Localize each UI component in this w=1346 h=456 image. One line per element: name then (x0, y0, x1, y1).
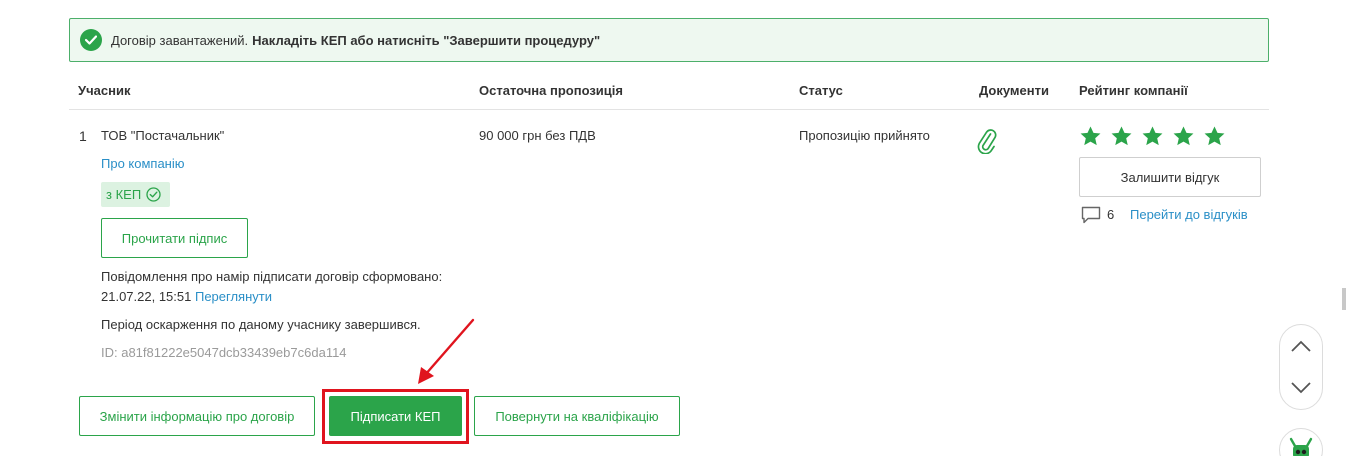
check-circle-icon (80, 29, 102, 51)
assistant-bot-button[interactable] (1279, 428, 1323, 456)
check-circle-outline-icon (146, 187, 161, 202)
success-alert: Договір завантажений. Накладіть КЕП або … (69, 18, 1269, 62)
notice-text: Повідомлення про намір підписати договір… (101, 269, 443, 284)
final-offer-value: 90 000 грн без ПДВ (479, 128, 596, 143)
page-scrollbar-thumb[interactable] (1342, 288, 1346, 310)
rating-stars (1079, 125, 1226, 148)
paperclip-icon[interactable] (976, 128, 998, 157)
change-contract-info-button[interactable]: Змінити інформацію про договір (79, 396, 315, 436)
star-icon (1111, 126, 1132, 146)
participant-id: ID: a81f81222e5047dcb33439eb7c6da114 (101, 345, 347, 360)
chevron-up-icon (1291, 340, 1311, 352)
company-name: ТОВ "Постачальник" (101, 128, 225, 143)
alert-bold-text: Накладіть КЕП або натисніть "Завершити п… (252, 32, 601, 48)
column-header-status: Статус (799, 83, 843, 98)
comment-icon (1081, 206, 1101, 227)
appeal-period-text: Період оскарження по даному учаснику зав… (101, 317, 421, 332)
notice-view-link[interactable]: Переглянути (195, 289, 272, 304)
notice-date-line: 21.07.22, 15:51 Переглянути (101, 289, 272, 304)
chevron-down-icon (1291, 382, 1311, 394)
kep-badge-label: з КЕП (106, 187, 142, 202)
column-header-rating: Рейтинг компанії (1079, 83, 1188, 98)
table-header: Учасник Остаточна пропозиція Статус Доку… (69, 70, 1269, 110)
return-to-qualification-button[interactable]: Повернути на кваліфікацію (474, 396, 680, 436)
leave-review-button[interactable]: Залишити відгук (1079, 157, 1261, 197)
notice-date: 21.07.22, 15:51 (101, 289, 192, 304)
highlight-frame (322, 389, 469, 444)
star-icon (1204, 126, 1225, 146)
review-count: 6 (1107, 207, 1115, 222)
column-header-participant: Учасник (78, 83, 131, 98)
row-number: 1 (79, 128, 87, 144)
status-value: Пропозицію прийнято (799, 128, 930, 143)
star-icon (1142, 126, 1163, 146)
read-signature-button[interactable]: Прочитати підпис (101, 218, 248, 258)
column-header-final-offer: Остаточна пропозиція (479, 83, 623, 98)
kep-badge: з КЕП (101, 182, 170, 207)
column-header-documents: Документи (979, 83, 1049, 98)
star-icon (1080, 126, 1101, 146)
about-company-link[interactable]: Про компанію (101, 156, 185, 171)
star-icon (1173, 126, 1194, 146)
go-to-reviews-link[interactable]: Перейти до відгуків (1130, 207, 1248, 222)
scroll-up-button[interactable] (1280, 325, 1322, 367)
robot-icon (1289, 437, 1313, 456)
scroll-controls (1279, 324, 1323, 410)
scroll-down-button[interactable] (1280, 367, 1322, 409)
annotation-arrow-icon (418, 318, 475, 384)
alert-text: Договір завантажений. (111, 32, 249, 48)
